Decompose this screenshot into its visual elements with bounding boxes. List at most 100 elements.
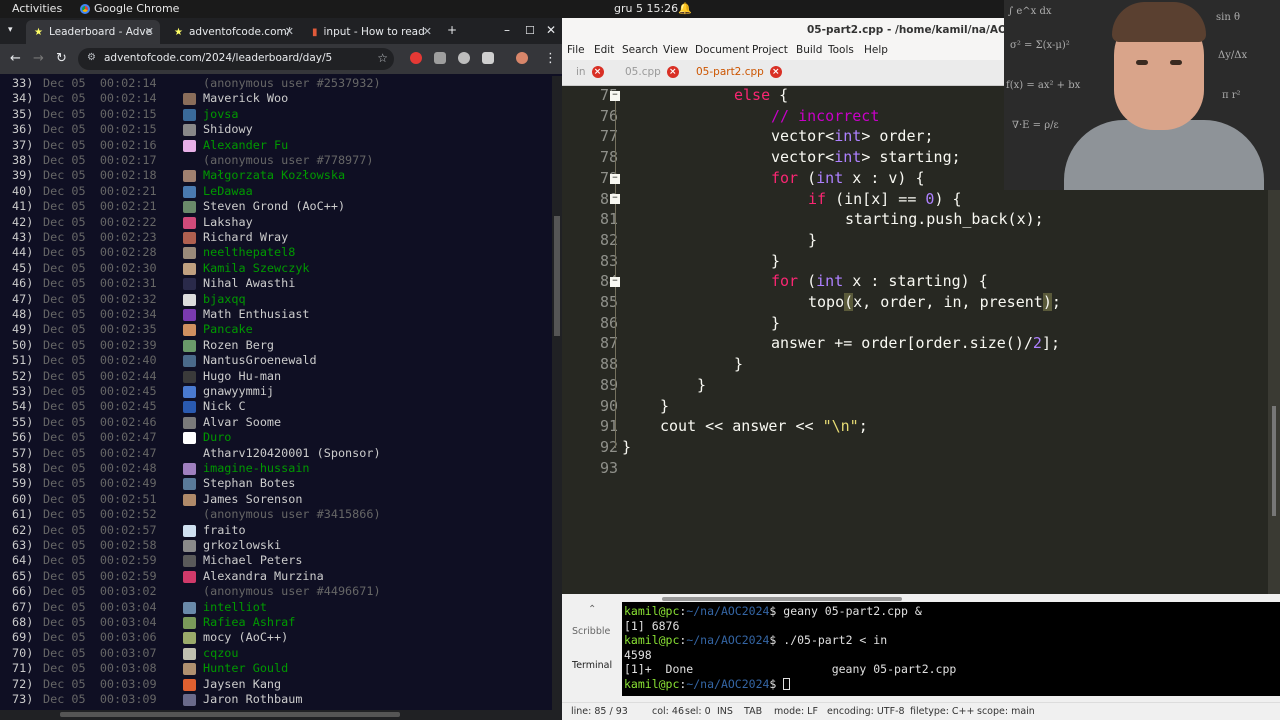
user-link[interactable]: Pancake xyxy=(203,322,253,337)
close-tab-icon[interactable]: × xyxy=(591,66,604,78)
leaderboard-row: 58) Dec 05 00:02:48 imagine-hussain xyxy=(0,461,552,476)
finish-time: Dec 05 00:02:46 xyxy=(43,414,157,429)
user-avatar xyxy=(183,632,196,645)
user-link[interactable]: LeDawaa xyxy=(203,184,253,199)
menu-tools[interactable]: Tools xyxy=(828,44,854,56)
user-link[interactable]: Kamila Szewczyk xyxy=(203,261,310,276)
user-name-text: Pancake xyxy=(203,322,253,337)
menu-build[interactable]: Build xyxy=(796,44,822,56)
user-link[interactable]: Duro xyxy=(203,430,231,445)
user-link[interactable]: intelliot xyxy=(203,600,267,615)
fold-marker-icon[interactable]: − xyxy=(610,91,620,101)
user-link[interactable]: Małgorzata Kozłowska xyxy=(203,168,345,183)
user-link[interactable]: Alexander Fu xyxy=(203,138,288,153)
tab-adventofcode[interactable]: ★ adventofcode.com/✕ xyxy=(166,20,300,44)
user-name: Nihal Awasthi xyxy=(203,276,295,291)
bookmark-star-icon[interactable]: ☆ xyxy=(377,51,388,65)
rank: 61) xyxy=(12,507,34,522)
finish-time: Dec 05 00:02:17 xyxy=(43,153,157,167)
profile-avatar[interactable] xyxy=(516,52,528,64)
user-link[interactable]: neelthepatel8 xyxy=(203,245,295,260)
rank: 37) xyxy=(12,137,34,152)
rank: 42) xyxy=(12,214,34,229)
tab-leaderboard[interactable]: ★ Leaderboard - Adve ✕ xyxy=(26,20,160,44)
menu-edit[interactable]: Edit xyxy=(594,44,614,56)
tab-terminal[interactable]: Terminal xyxy=(572,660,612,671)
extensions-puzzle-icon[interactable] xyxy=(482,52,494,64)
terminal[interactable]: kamil@pc:~/na/AOC2024$ geany 05-part2.cp… xyxy=(622,602,1280,696)
rank: 51) xyxy=(12,353,34,368)
user-link[interactable]: Hunter Gould xyxy=(203,661,288,676)
user-name-text: Jaysen Kang xyxy=(203,676,282,691)
menu-help[interactable]: Help xyxy=(864,44,888,56)
scrollbar-thumb[interactable] xyxy=(1272,406,1276,516)
scrollbar-thumb[interactable] xyxy=(60,712,400,717)
user-link[interactable]: bjaxqq xyxy=(203,292,246,307)
tab-close-icon[interactable]: ✕ xyxy=(423,25,432,38)
finish-time: Dec 05 00:02:59 xyxy=(43,553,157,568)
menu-search[interactable]: Search xyxy=(622,44,658,56)
fold-marker-icon[interactable]: − xyxy=(610,194,620,204)
tab-scribble[interactable]: Scribble xyxy=(572,626,610,637)
finish-time: Dec 05 00:02:15 xyxy=(43,106,157,121)
back-icon[interactable]: ← xyxy=(10,51,21,66)
vertical-scrollbar[interactable] xyxy=(552,76,562,720)
minimize-icon[interactable]: – xyxy=(504,23,510,37)
user-link[interactable]: imagine-hussain xyxy=(203,461,310,476)
tab-search-icon[interactable]: ▾ xyxy=(8,25,13,35)
extension-icon[interactable] xyxy=(434,52,446,64)
clock[interactable]: gru 5 15:26 xyxy=(614,2,678,15)
rank: 35) xyxy=(12,106,34,121)
tab-label: adventofcode.com/ xyxy=(188,26,291,38)
doc-tab-05-part2[interactable]: 05-part2.cpp × xyxy=(696,66,782,78)
fold-marker-icon[interactable]: − xyxy=(610,277,620,287)
panel-up-icon[interactable]: ⌃ xyxy=(588,604,596,615)
user-link[interactable]: cqzou xyxy=(203,646,239,661)
app-menu[interactable]: Google Chrome xyxy=(80,2,179,15)
user-name-text: Alexander Fu xyxy=(203,137,289,152)
rank: 53) xyxy=(12,384,34,398)
user-name: Math Enthusiast xyxy=(203,307,310,322)
scrollbar-thumb[interactable] xyxy=(662,597,902,601)
code-line-79: for (int x : v) { xyxy=(771,168,925,187)
finish-time: Dec 05 00:02:16 xyxy=(43,137,157,152)
close-tab-icon[interactable]: × xyxy=(666,66,679,78)
user-link[interactable]: Rafiea Ashraf xyxy=(203,615,295,630)
forward-icon[interactable]: → xyxy=(33,51,44,66)
menu-view[interactable]: View xyxy=(663,44,688,56)
tab-close-icon[interactable]: ✕ xyxy=(145,25,154,38)
code-line-83: } xyxy=(771,251,781,270)
site-info-icon[interactable]: ⚙ xyxy=(87,52,96,63)
new-tab-icon[interactable]: + xyxy=(447,23,457,37)
address-bar[interactable]: ⚙ adventofcode.com/2024/leaderboard/day/… xyxy=(78,48,394,70)
menu-document[interactable]: Document xyxy=(695,44,749,56)
user-link[interactable]: jovsa xyxy=(203,107,239,122)
activities-button[interactable]: Activities xyxy=(12,2,62,15)
close-window-icon[interactable]: ✕ xyxy=(546,23,556,37)
doc-tab-in[interactable]: in × xyxy=(576,66,604,78)
notification-icon[interactable]: 🔔 xyxy=(678,2,692,15)
extension-icon[interactable] xyxy=(458,52,470,64)
chalk-text: ∇·E = ρ/ε xyxy=(1012,120,1059,131)
reload-icon[interactable]: ↻ xyxy=(56,51,67,66)
finish-time: Dec 05 00:02:58 xyxy=(43,538,157,552)
finish-time: Dec 05 00:03:02 xyxy=(43,584,157,599)
rank: 59) xyxy=(12,476,34,491)
extension-icon[interactable] xyxy=(410,52,422,64)
close-tab-icon[interactable]: × xyxy=(769,66,782,78)
menu-project[interactable]: Project xyxy=(752,44,788,56)
horizontal-scrollbar[interactable] xyxy=(0,710,552,720)
doc-tab-05[interactable]: 05.cpp × xyxy=(625,66,679,78)
person-shirt xyxy=(1064,120,1264,190)
user-avatar xyxy=(183,124,196,137)
line-number: 91 xyxy=(599,417,618,436)
tab-input-question[interactable]: ▮ input - How to read ✕ xyxy=(304,20,438,44)
user-name-text: mocy xyxy=(203,630,232,645)
menu-file[interactable]: File xyxy=(567,44,585,56)
tab-close-icon[interactable]: ✕ xyxy=(285,25,294,38)
scrollbar-thumb[interactable] xyxy=(554,216,560,336)
fold-marker-icon[interactable]: − xyxy=(610,174,620,184)
user-name: Shidowy xyxy=(203,122,253,137)
menu-kebab-icon[interactable]: ⋮ xyxy=(544,51,557,66)
maximize-icon[interactable]: ☐ xyxy=(525,24,535,37)
